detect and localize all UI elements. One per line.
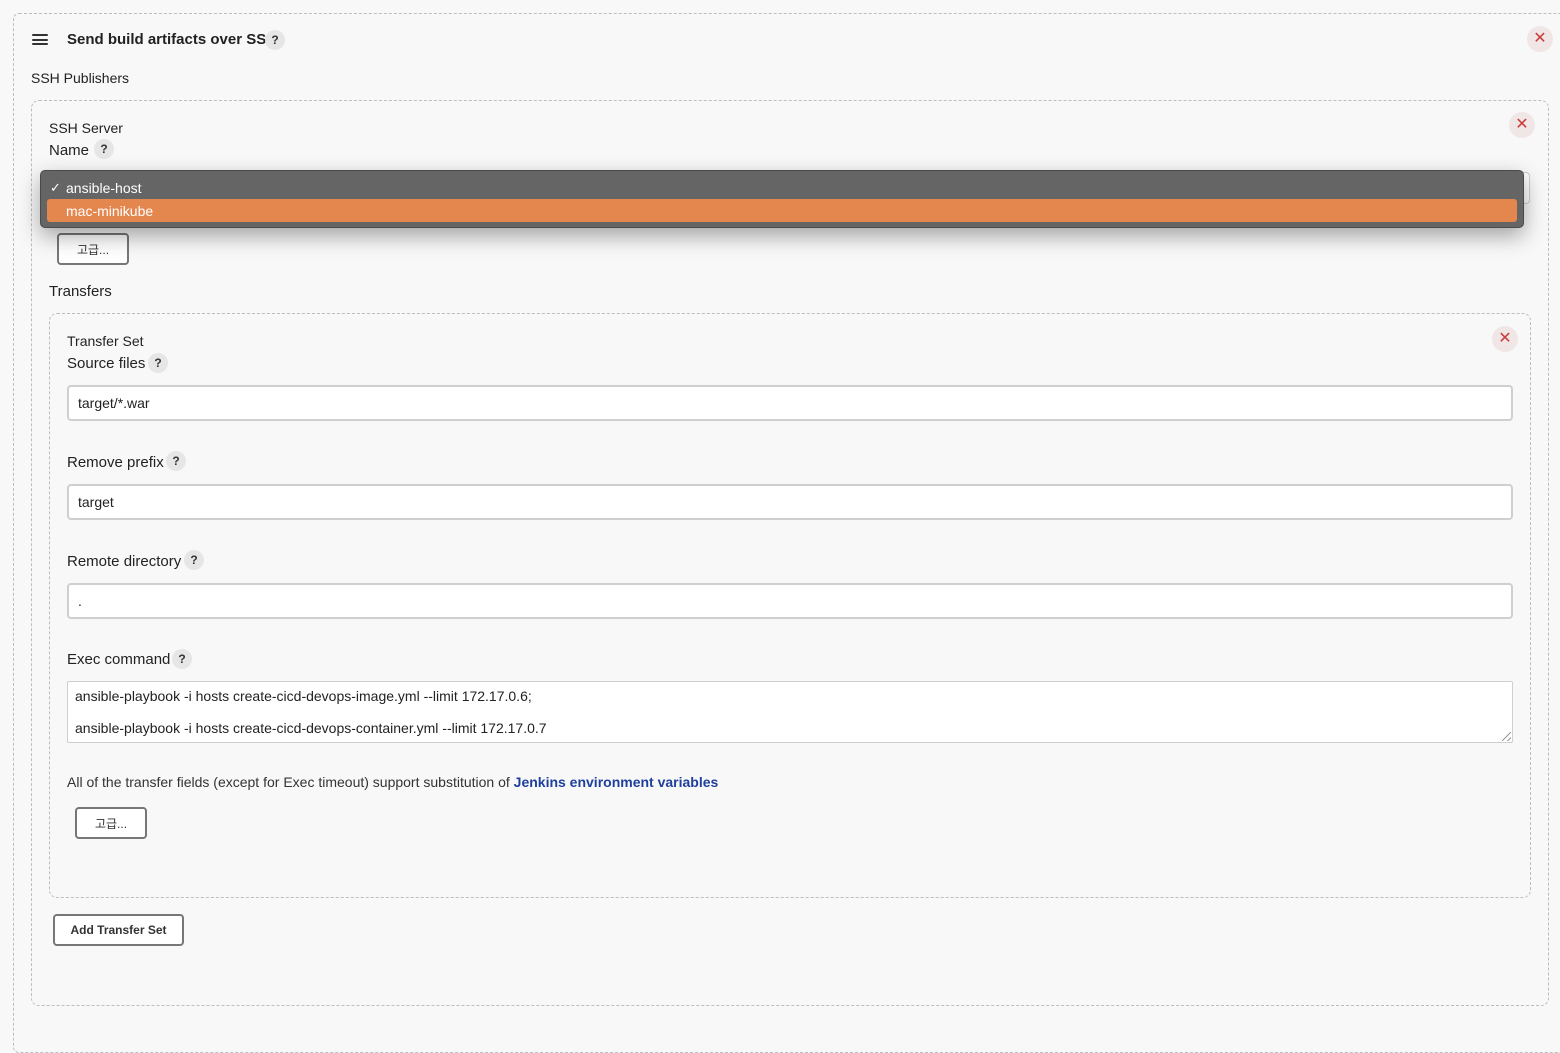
source-files-label: Source files [67,355,146,372]
transfer-set-heading: Transfer Set [67,333,144,349]
server-close-icon[interactable]: ✕ [1509,112,1535,138]
dropdown-option-label: mac-minikube [66,202,154,219]
server-advanced-button[interactable]: 고급... [57,233,129,265]
source-files-input[interactable]: target/*.war [67,385,1513,421]
exec-command-label: Exec command [67,651,171,668]
exec-command-line: ansible-playbook -i hosts create-cicd-de… [75,688,532,704]
remote-directory-input[interactable]: . [67,583,1513,619]
transfer-advanced-button[interactable]: 고급... [75,807,147,839]
section-help-icon[interactable]: ? [265,30,285,50]
server-name-help-icon[interactable]: ? [94,139,114,159]
exec-command-help-icon[interactable]: ? [172,649,192,669]
substitution-note: All of the transfer fields (except for E… [67,774,718,790]
exec-command-line: ansible-playbook -i hosts create-cicd-de… [75,720,547,736]
section-title: Send build artifacts over SSH [67,31,278,48]
exec-command-textarea[interactable]: ansible-playbook -i hosts create-cicd-de… [67,681,1513,743]
jenkins-env-vars-link[interactable]: Jenkins environment variables [514,774,719,790]
remove-prefix-label: Remove prefix [67,454,164,471]
ssh-publishers-label: SSH Publishers [31,70,130,86]
section-close-icon[interactable]: ✕ [1527,26,1553,52]
remove-prefix-help-icon[interactable]: ? [166,451,186,471]
checkmark-icon: ✓ [50,179,61,195]
substitution-note-text: All of the transfer fields (except for E… [67,774,514,790]
server-name-label: Name [49,142,90,159]
remote-directory-label: Remote directory [67,553,182,570]
dropdown-option-label: ansible-host [66,179,142,196]
remote-directory-help-icon[interactable]: ? [184,550,204,570]
resize-grip-icon[interactable] [1502,732,1511,741]
transfer-set-close-icon[interactable]: ✕ [1492,326,1518,352]
drag-handle-icon[interactable] [32,34,48,46]
remove-prefix-input[interactable]: target [67,484,1513,520]
transfers-label: Transfers [49,283,112,300]
server-name-dropdown: ✓ ansible-host mac-minikube [40,170,1524,228]
dropdown-option-mac-minikube[interactable]: mac-minikube [47,199,1517,222]
ssh-server-heading: SSH Server [49,120,123,136]
source-files-help-icon[interactable]: ? [148,353,168,373]
add-transfer-set-button[interactable]: Add Transfer Set [53,914,184,946]
dropdown-option-ansible-host[interactable]: ✓ ansible-host [47,176,1517,199]
